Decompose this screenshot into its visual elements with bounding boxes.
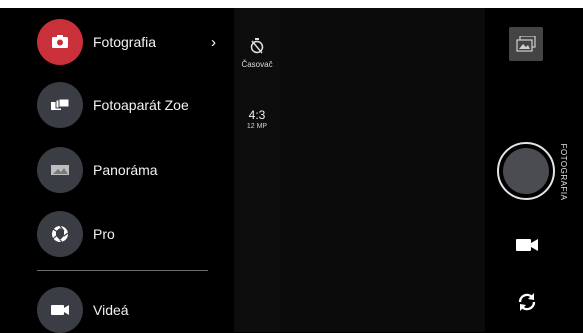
settings-column: Časovač 4:3 12 MP bbox=[234, 8, 280, 332]
mode-label-panorama: Panoráma bbox=[93, 162, 158, 178]
mode-menu: Fotografia › Fotoaparát Zoe Panoráma Pro… bbox=[0, 8, 234, 333]
gallery-thumbnail[interactable] bbox=[509, 27, 543, 61]
camera-icon bbox=[37, 19, 83, 65]
divider bbox=[37, 270, 208, 271]
viewfinder[interactable] bbox=[280, 8, 485, 332]
switch-camera-button[interactable] bbox=[513, 288, 541, 316]
mode-label-zoe: Fotoaparát Zoe bbox=[93, 97, 189, 113]
aperture-icon bbox=[37, 211, 83, 257]
timer-label: Časovač bbox=[241, 60, 273, 69]
mode-item-photo[interactable]: Fotografia › bbox=[37, 19, 227, 65]
switch-camera-icon bbox=[518, 293, 536, 311]
resolution-value: 12 MP bbox=[246, 123, 268, 130]
video-camera-icon bbox=[516, 239, 538, 251]
chevron-right-icon: › bbox=[211, 34, 216, 51]
aspect-ratio-value: 4:3 bbox=[248, 108, 266, 122]
mode-item-zoe[interactable]: Fotoaparát Zoe bbox=[37, 82, 227, 128]
aspect-ratio-button[interactable]: 4:3 12 MP bbox=[234, 108, 280, 130]
timer-icon bbox=[250, 38, 264, 54]
timer-button[interactable]: Časovač bbox=[234, 38, 280, 69]
mode-item-pro[interactable]: Pro bbox=[37, 211, 227, 257]
mode-label-video: Videá bbox=[93, 302, 129, 318]
shutter-inner bbox=[503, 148, 549, 194]
video-icon bbox=[37, 287, 83, 333]
top-strip bbox=[0, 0, 583, 8]
gallery-icon bbox=[516, 36, 536, 52]
mode-item-video[interactable]: Videá bbox=[37, 287, 227, 333]
current-mode-label: FOTOGRAFIA bbox=[559, 143, 568, 201]
shutter-button[interactable] bbox=[497, 142, 555, 200]
panorama-icon bbox=[37, 147, 83, 193]
mode-item-panorama[interactable]: Panoráma bbox=[37, 147, 227, 193]
zoe-camera-icon bbox=[37, 82, 83, 128]
mode-label-photo: Fotografia bbox=[93, 34, 157, 50]
video-record-button[interactable] bbox=[514, 236, 540, 254]
mode-label-pro: Pro bbox=[93, 226, 115, 242]
